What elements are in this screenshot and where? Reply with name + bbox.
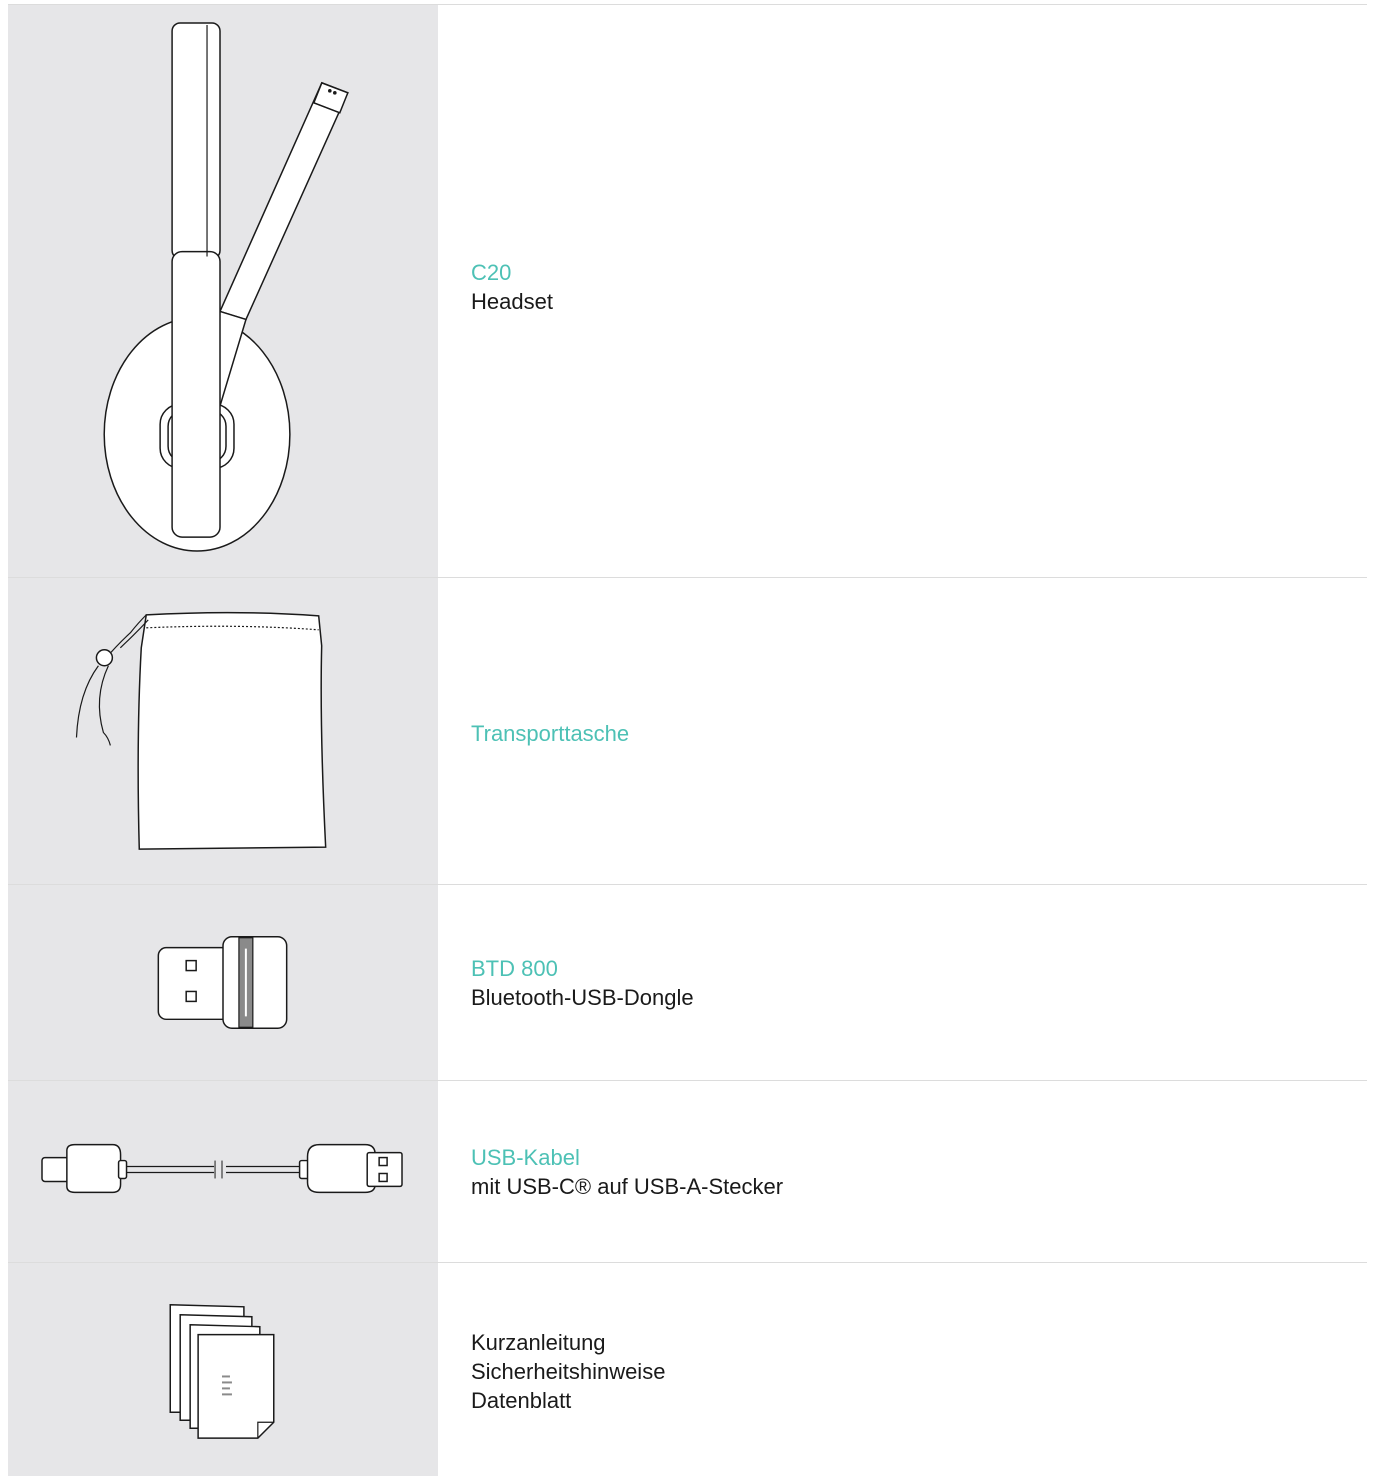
- item-title: USB-Kabel: [471, 1145, 580, 1170]
- item-title: Transporttasche: [471, 721, 630, 746]
- item-text-pouch: Transporttasche: [471, 719, 629, 748]
- item-text-documents: Kurzanleitung Sicherheitshinweise Datenb…: [471, 1328, 665, 1415]
- item-description: mit USB-C® auf USB-A-Stecker: [471, 1174, 784, 1199]
- item-row-dongle: BTD 800 Bluetooth-USB-Dongle: [8, 884, 1367, 1080]
- item-row-pouch: Transporttasche: [8, 577, 1367, 884]
- item-text-headset: C20 Headset: [471, 258, 553, 316]
- usb-dongle-icon: [157, 935, 288, 1030]
- item-title: BTD 800: [471, 956, 558, 981]
- item-row-headset: C20 Headset: [8, 4, 1367, 577]
- item-title: C20: [471, 260, 512, 285]
- item-description: Bluetooth-USB-Dongle: [471, 985, 694, 1010]
- pouch-image-cell: [8, 578, 438, 884]
- item-description: Headset: [471, 289, 553, 314]
- usb-cable-image-cell: [8, 1081, 438, 1262]
- pouch-icon: [75, 611, 327, 850]
- item-text-dongle: BTD 800 Bluetooth-USB-Dongle: [471, 954, 694, 1012]
- documents-image-cell: [8, 1263, 438, 1476]
- item-row-usb-cable: USB-Kabel mit USB-C® auf USB-A-Stecker: [8, 1080, 1367, 1262]
- document-item: Kurzanleitung: [471, 1330, 606, 1355]
- headset-image-cell: [8, 5, 438, 577]
- documents-icon: [169, 1304, 275, 1439]
- item-text-usb-cable: USB-Kabel mit USB-C® auf USB-A-Stecker: [471, 1143, 783, 1201]
- usb-cable-icon: [41, 1143, 403, 1194]
- document-item: Datenblatt: [471, 1388, 572, 1413]
- dongle-image-cell: [8, 885, 438, 1080]
- item-row-documents: Kurzanleitung Sicherheitshinweise Datenb…: [8, 1262, 1367, 1476]
- document-item: Sicherheitshinweise: [471, 1359, 666, 1384]
- headset-icon: [103, 22, 349, 552]
